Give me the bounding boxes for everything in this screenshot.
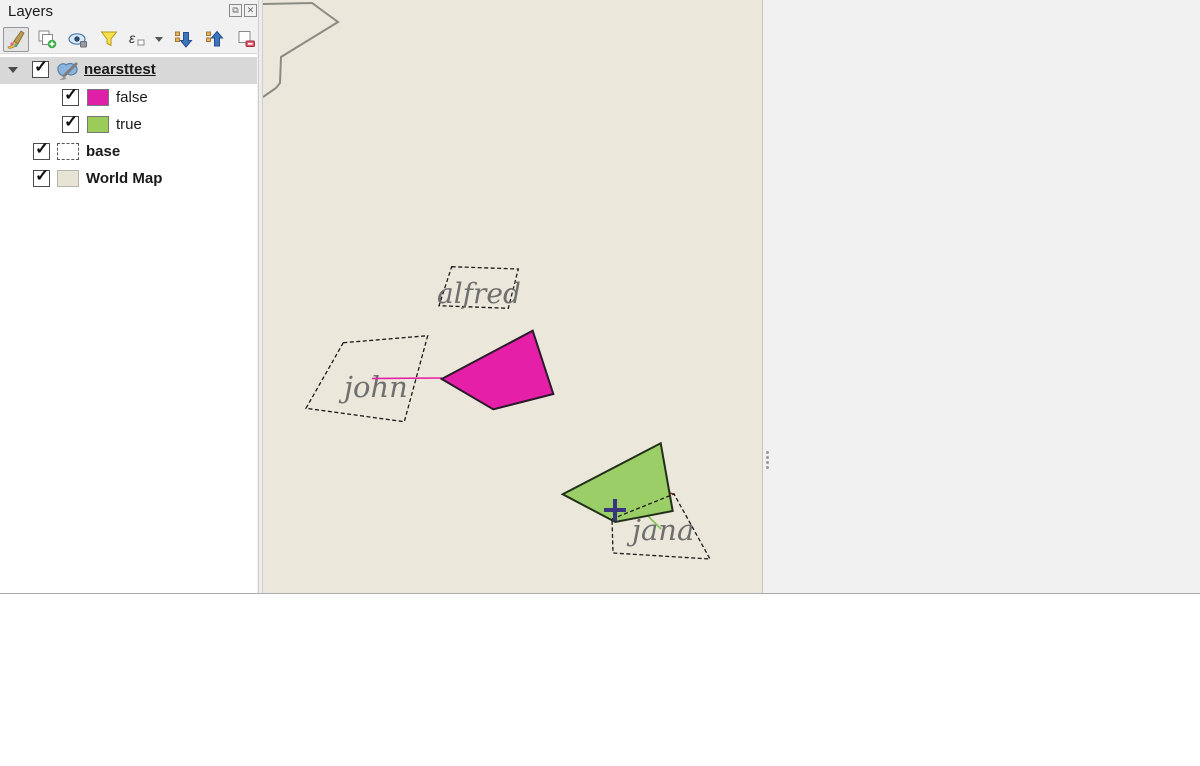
layer-label-nearsttest[interactable]: nearsttest (84, 61, 156, 78)
layer-checkbox-base[interactable] (33, 143, 50, 160)
remove-layer-button[interactable] (233, 27, 259, 52)
collapse-all-icon (205, 29, 225, 49)
close-icon[interactable]: ✕ (244, 4, 257, 17)
filter-legend-by-expression-button[interactable]: ε (127, 27, 147, 52)
category-checkbox-false[interactable] (62, 89, 79, 106)
add-group-button[interactable] (34, 27, 60, 52)
map-features: alfred john jana (263, 0, 762, 593)
layers-panel: Layers ⧉ ✕ (0, 0, 258, 593)
layer-label-world-map[interactable]: World Map (86, 170, 162, 187)
layer-row-world-map[interactable]: World Map (0, 166, 257, 193)
layer-label-base[interactable]: base (86, 143, 120, 160)
splitter-handle-dots (766, 451, 769, 471)
layers-panel-title: Layers (8, 3, 53, 20)
category-swatch-false (87, 89, 109, 106)
toolbar-separator (0, 53, 257, 54)
category-row-false[interactable]: false (0, 85, 257, 112)
open-layer-styling-panel-button[interactable] (3, 27, 29, 52)
coastline-path (263, 3, 338, 97)
layer-row-nearsttest[interactable]: nearsttest (0, 57, 257, 84)
layer-checkbox-world-map[interactable] (33, 170, 50, 187)
expand-all-button[interactable] (171, 27, 197, 52)
category-checkbox-true[interactable] (62, 116, 79, 133)
manage-map-themes-button[interactable] (65, 27, 91, 52)
canvas-panel-splitter[interactable] (762, 0, 773, 593)
category-swatch-true (87, 116, 109, 133)
feature-label-john: john (338, 370, 408, 404)
map-canvas[interactable]: alfred john jana (263, 0, 762, 593)
svg-text:ε: ε (129, 30, 136, 46)
feature-label-alfred: alfred (437, 277, 521, 310)
expression-filter-dropdown[interactable] (152, 27, 166, 52)
layer-swatch-world-map (57, 170, 79, 187)
category-row-true[interactable]: true (0, 112, 257, 139)
undock-icon[interactable]: ⧉ (229, 4, 242, 17)
styling-brush-icon (6, 29, 26, 49)
nearest-connector-line-magenta (372, 378, 442, 379)
expand-all-icon (174, 29, 194, 49)
layer-row-base[interactable]: base (0, 139, 257, 166)
feature-polygon-false (442, 331, 554, 410)
layer-checkbox-nearsttest[interactable] (32, 61, 49, 78)
expander-icon[interactable] (8, 67, 18, 73)
window-bottom-border (0, 593, 1200, 594)
add-group-icon (37, 29, 57, 49)
filter-legend-button[interactable] (96, 27, 122, 52)
eye-icon (68, 29, 88, 49)
layer-styling-panel: Layer Styling nearsttest Categorized (773, 0, 1200, 593)
feature-label-jana: jana (626, 513, 694, 547)
remove-layer-icon (236, 29, 256, 49)
layers-toolbar: ε (3, 26, 259, 52)
category-label-false[interactable]: false (116, 89, 148, 106)
expression-epsilon-icon: ε (127, 29, 147, 49)
qgis-window: Layers ⧉ ✕ (0, 0, 1200, 766)
funnel-icon (99, 29, 119, 49)
layer-swatch-base (57, 143, 79, 160)
styled-layer-icon (55, 60, 80, 81)
collapse-all-button[interactable] (202, 27, 228, 52)
category-label-true[interactable]: true (116, 116, 142, 133)
